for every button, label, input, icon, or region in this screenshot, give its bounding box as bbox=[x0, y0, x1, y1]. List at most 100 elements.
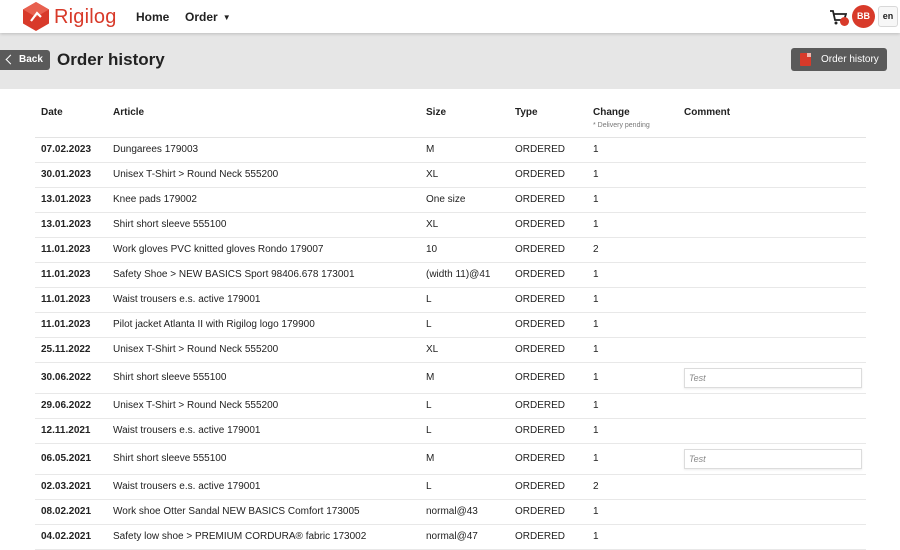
chevron-down-icon: ▼ bbox=[222, 13, 231, 22]
table-row: 13.01.2023 Knee pads 179002 One size ORDERE… bbox=[35, 187, 866, 213]
order-change: 1 bbox=[587, 137, 678, 163]
column-header-type-label: Type bbox=[515, 107, 538, 118]
order-change: 1 bbox=[587, 162, 678, 188]
back-button-label: Back bbox=[19, 54, 43, 65]
order-type: ORDERED bbox=[509, 137, 587, 163]
order-article: Waist trousers e.s. active 179001 bbox=[107, 418, 420, 444]
order-change: 1 bbox=[587, 312, 678, 338]
order-size: One size bbox=[420, 187, 509, 213]
order-change: 2 bbox=[587, 237, 678, 263]
order-change: 1 bbox=[587, 499, 678, 525]
column-header-date: Date bbox=[35, 100, 107, 138]
order-type: ORDERED bbox=[509, 162, 587, 188]
brand-name[interactable]: Rigilog bbox=[54, 6, 117, 29]
user-avatar[interactable]: BB bbox=[852, 5, 875, 28]
cart-badge bbox=[840, 17, 849, 26]
order-date: 12.11.2021 bbox=[35, 418, 107, 444]
order-size: M bbox=[420, 137, 509, 163]
order-change: 1 bbox=[587, 443, 678, 475]
page-title: Order history bbox=[57, 50, 165, 69]
order-comment-cell bbox=[678, 393, 866, 419]
order-type: ORDERED bbox=[509, 237, 587, 263]
order-article: Waist trousers e.s. active 179001 bbox=[107, 287, 420, 313]
table-row: 30.06.2022 Shirt short sleeve 555100 M ORDE… bbox=[35, 362, 866, 394]
table-row: 30.01.2023 Unisex T-Shirt > Round Neck 55… bbox=[35, 162, 866, 188]
order-date: 30.06.2022 bbox=[35, 362, 107, 394]
order-date: 11.01.2023 bbox=[35, 237, 107, 263]
table-header-row: Date Article Size Type Change * Delivery … bbox=[35, 100, 866, 138]
order-size: XL bbox=[420, 212, 509, 238]
column-header-article-label: Article bbox=[113, 107, 145, 118]
order-size: L bbox=[420, 287, 509, 313]
order-comment-cell bbox=[678, 162, 866, 188]
order-change: 1 bbox=[587, 418, 678, 444]
order-size: L bbox=[420, 418, 509, 444]
order-article: Pilot jacket Atlanta II with Rigilog log… bbox=[107, 312, 420, 338]
comment-field[interactable]: Test bbox=[684, 367, 862, 388]
order-size: M bbox=[420, 443, 509, 475]
order-change: 1 bbox=[587, 212, 678, 238]
order-comment-cell bbox=[678, 524, 866, 550]
column-header-date-label: Date bbox=[41, 107, 63, 118]
order-date: 11.01.2023 bbox=[35, 312, 107, 338]
order-date: 04.02.2021 bbox=[35, 524, 107, 550]
order-date: 30.01.2023 bbox=[35, 162, 107, 188]
order-comment-cell bbox=[678, 237, 866, 263]
order-type: ORDERED bbox=[509, 312, 587, 338]
column-header-change-label: Change bbox=[593, 107, 630, 118]
order-change: 1 bbox=[587, 393, 678, 419]
order-date: 13.01.2023 bbox=[35, 187, 107, 213]
table-row: 13.01.2023 Shirt short sleeve 555100 XL ORD… bbox=[35, 212, 866, 238]
rigilog-logo-icon[interactable] bbox=[22, 1, 50, 32]
comment-field[interactable]: Test bbox=[684, 448, 862, 469]
language-switcher[interactable]: en bbox=[878, 6, 898, 27]
back-button[interactable]: Back bbox=[0, 50, 50, 70]
order-comment-cell: Test bbox=[678, 362, 866, 394]
order-article: Shirt short sleeve 555100 bbox=[107, 362, 420, 394]
order-history-table: Date Article Size Type Change * Delivery … bbox=[35, 100, 866, 550]
order-size: L bbox=[420, 474, 509, 500]
nav-order-menu[interactable]: Order ▼ bbox=[185, 10, 231, 24]
order-comment-cell bbox=[678, 137, 866, 163]
order-type: ORDERED bbox=[509, 393, 587, 419]
column-header-type: Type bbox=[509, 100, 587, 138]
nav-home-link[interactable]: Home bbox=[136, 10, 169, 24]
order-type: ORDERED bbox=[509, 474, 587, 500]
order-type: ORDERED bbox=[509, 212, 587, 238]
order-article: Safety low shoe > PREMIUM CORDURA® fabri… bbox=[107, 524, 420, 550]
order-size: 10 bbox=[420, 237, 509, 263]
order-change: 1 bbox=[587, 187, 678, 213]
order-article: Shirt short sleeve 555100 bbox=[107, 443, 420, 475]
order-article: Unisex T-Shirt > Round Neck 555200 bbox=[107, 393, 420, 419]
order-date: 11.01.2023 bbox=[35, 262, 107, 288]
column-header-article: Article bbox=[107, 100, 420, 138]
order-article: Unisex T-Shirt > Round Neck 555200 bbox=[107, 162, 420, 188]
order-comment-cell bbox=[678, 187, 866, 213]
column-header-change: Change * Delivery pending bbox=[587, 100, 678, 138]
order-article: Work shoe Otter Sandal NEW BASICS Comfor… bbox=[107, 499, 420, 525]
order-change: 1 bbox=[587, 262, 678, 288]
order-size: normal@43 bbox=[420, 499, 509, 525]
column-header-size-label: Size bbox=[426, 107, 447, 118]
table-row: 11.01.2023 Safety Shoe > NEW BASICS Sport… bbox=[35, 262, 866, 288]
order-comment-cell bbox=[678, 262, 866, 288]
order-history-pdf-button[interactable]: Order history bbox=[791, 48, 887, 71]
top-navigation-bar: Rigilog Home Order ▼ BB en bbox=[0, 0, 900, 33]
table-row: 06.05.2021 Shirt short sleeve 555100 M ORDE… bbox=[35, 443, 866, 475]
order-date: 08.02.2021 bbox=[35, 499, 107, 525]
order-change: 1 bbox=[587, 524, 678, 550]
order-change: 1 bbox=[587, 287, 678, 313]
order-date: 06.05.2021 bbox=[35, 443, 107, 475]
order-size: L bbox=[420, 312, 509, 338]
order-comment-cell bbox=[678, 418, 866, 444]
order-comment-cell bbox=[678, 474, 866, 500]
table-row: 29.06.2022 Unisex T-Shirt > Round Neck 55… bbox=[35, 393, 866, 419]
order-article: Shirt short sleeve 555100 bbox=[107, 212, 420, 238]
order-comment-cell: Test bbox=[678, 443, 866, 475]
order-type: ORDERED bbox=[509, 499, 587, 525]
order-article: Waist trousers e.s. active 179001 bbox=[107, 474, 420, 500]
table-row: 25.11.2022 Unisex T-Shirt > Round Neck 55… bbox=[35, 337, 866, 363]
table-row: 11.01.2023 Waist trousers e.s. active 179… bbox=[35, 287, 866, 313]
order-type: ORDERED bbox=[509, 262, 587, 288]
order-type: ORDERED bbox=[509, 337, 587, 363]
